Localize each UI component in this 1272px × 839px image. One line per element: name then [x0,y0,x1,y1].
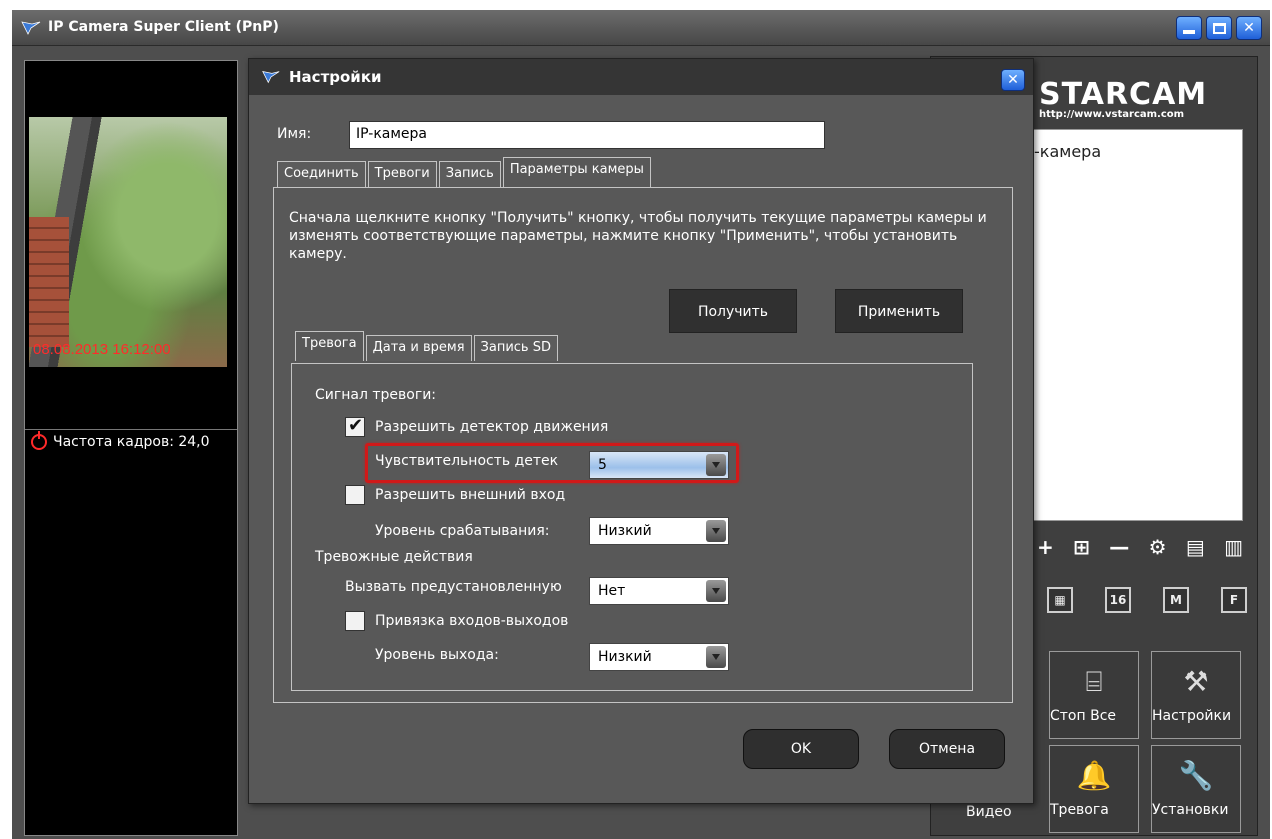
close-icon: ✕ [1007,72,1019,88]
output-level-label: Уровень выхода: [375,647,499,663]
motion-detect-checkbox[interactable] [345,415,365,437]
view-16-button[interactable]: 16 [1105,587,1131,613]
alarm-actions-heading: Тревожные действия [315,549,473,565]
grid-view-icon[interactable]: ▦ [1047,587,1073,613]
io-binding-label: Привязка входов-выходов [375,613,569,629]
preset-select[interactable]: Нет [589,577,729,605]
camera-list[interactable]: -камера [1031,129,1243,521]
external-input-label: Разрешить внешний вход [375,487,566,503]
external-input-checkbox[interactable] [345,485,365,505]
minimize-icon [1183,30,1195,34]
settings-icon: ⚒ [1183,665,1209,698]
device-icon[interactable]: ⊞ [1073,535,1090,559]
dialog-title: Настройки [289,68,382,86]
name-label: Имя: [277,126,312,142]
power-icon [31,430,47,450]
wrench-icon: 🔧 [1178,759,1214,792]
motion-detect-label: Разрешить детектор движения [375,419,609,435]
name-input[interactable]: IP-камера [349,121,825,149]
close-button[interactable]: ✕ [1236,16,1262,40]
trigger-level-label: Уровень срабатывания: [375,523,550,539]
dialog-titlebar: Настройки ✕ [249,59,1033,95]
trigger-level-select[interactable]: Низкий [589,517,729,545]
tab-alarms[interactable]: Тревоги [367,161,437,187]
chevron-down-icon [706,520,726,542]
app-logo-icon [21,21,41,35]
maximize-icon [1212,22,1226,34]
video-timestamp: 08.08.2013 16:12:00 [33,341,171,358]
remove-icon[interactable]: — [1109,535,1129,559]
settings-tabs: Соединить Тревоги Запись Параметры камер… [277,157,651,187]
maximize-button[interactable] [1206,16,1232,40]
video-pane[interactable]: 08.08.2013 16:12:00 Частота кадров: 24,0 [24,60,238,836]
trigger-level-value: Низкий [598,523,652,539]
stop-all-button[interactable]: ⌸ Стоп Все [1049,651,1139,739]
camera-param-tabs: Тревога Дата и время Запись SD [295,331,558,361]
settings-button[interactable]: ⚒ Настройки [1151,651,1241,739]
view-m-button[interactable]: M [1163,587,1189,613]
tab-alarm[interactable]: Тревога [295,331,364,361]
io-binding-checkbox[interactable] [345,611,365,631]
settings-dialog: Настройки ✕ Имя: IP-камера Соединить Тре… [248,58,1034,804]
dialog-logo-icon [262,71,280,84]
close-icon: ✕ [1243,20,1255,36]
minimize-button[interactable] [1176,16,1202,40]
camera-list-item[interactable]: -камера [1034,142,1101,161]
output-level-value: Низкий [598,649,652,665]
view-f-button[interactable]: F [1221,587,1247,613]
chevron-down-icon [706,580,726,602]
tab-sd-record[interactable]: Запись SD [473,335,558,361]
chevron-down-icon [706,646,726,668]
app-title: IP Camera Super Client (PnP) [48,19,279,35]
alarm-button[interactable]: 🔔 Тревога [1049,745,1139,833]
view-layout-buttons: ▦ 16 M F [1047,587,1247,613]
instructions-text: Сначала щелкните кнопку "Получить" кнопк… [289,210,987,262]
stop-all-icon: ⌸ [1085,665,1103,698]
tab-camera-params[interactable]: Параметры камеры [502,157,651,187]
bell-icon: 🔔 [1076,759,1112,792]
video-wall-detail [29,217,69,347]
sensitivity-value: 5 [598,457,607,473]
app-titlebar: IP Camera Super Client (PnP) ✕ [12,10,1270,46]
add-icon[interactable]: + [1037,535,1054,559]
starcam-url: http://www.vstarcam.com [1039,109,1185,120]
chevron-down-icon [706,454,726,476]
output-level-select[interactable]: Низкий [589,643,729,671]
import-icon[interactable]: ▥ [1224,535,1243,559]
apply-button[interactable]: Применить [835,289,963,333]
export-icon[interactable]: ▤ [1186,535,1205,559]
sensitivity-select[interactable]: 5 [589,451,729,479]
camera-toolbar: + ⊞ — ⚙ ▤ ▥ [1037,535,1243,559]
preset-label: Вызвать предустановленную [345,579,562,595]
setup-button[interactable]: 🔧 Установки [1151,745,1241,833]
fps-status: Частота кадров: 24,0 [25,429,237,453]
preset-value: Нет [598,583,626,599]
get-button[interactable]: Получить [669,289,797,333]
video-button-label[interactable]: Видео [966,804,1012,820]
gear-icon[interactable]: ⚙ [1149,535,1167,559]
fps-label: Частота кадров: 24,0 [53,433,210,450]
alarm-signal-heading: Сигнал тревоги: [315,387,437,403]
tab-date-time[interactable]: Дата и время [365,335,472,361]
cancel-button[interactable]: Отмена [889,729,1005,769]
sensitivity-label: Чувствительность детек [375,453,559,469]
ok-button[interactable]: OK [743,729,859,769]
starcam-logo: STARCAM [1039,77,1208,112]
dialog-close-button[interactable]: ✕ [1001,69,1025,91]
tab-connect[interactable]: Соединить [277,161,366,187]
tab-record[interactable]: Запись [438,161,501,187]
